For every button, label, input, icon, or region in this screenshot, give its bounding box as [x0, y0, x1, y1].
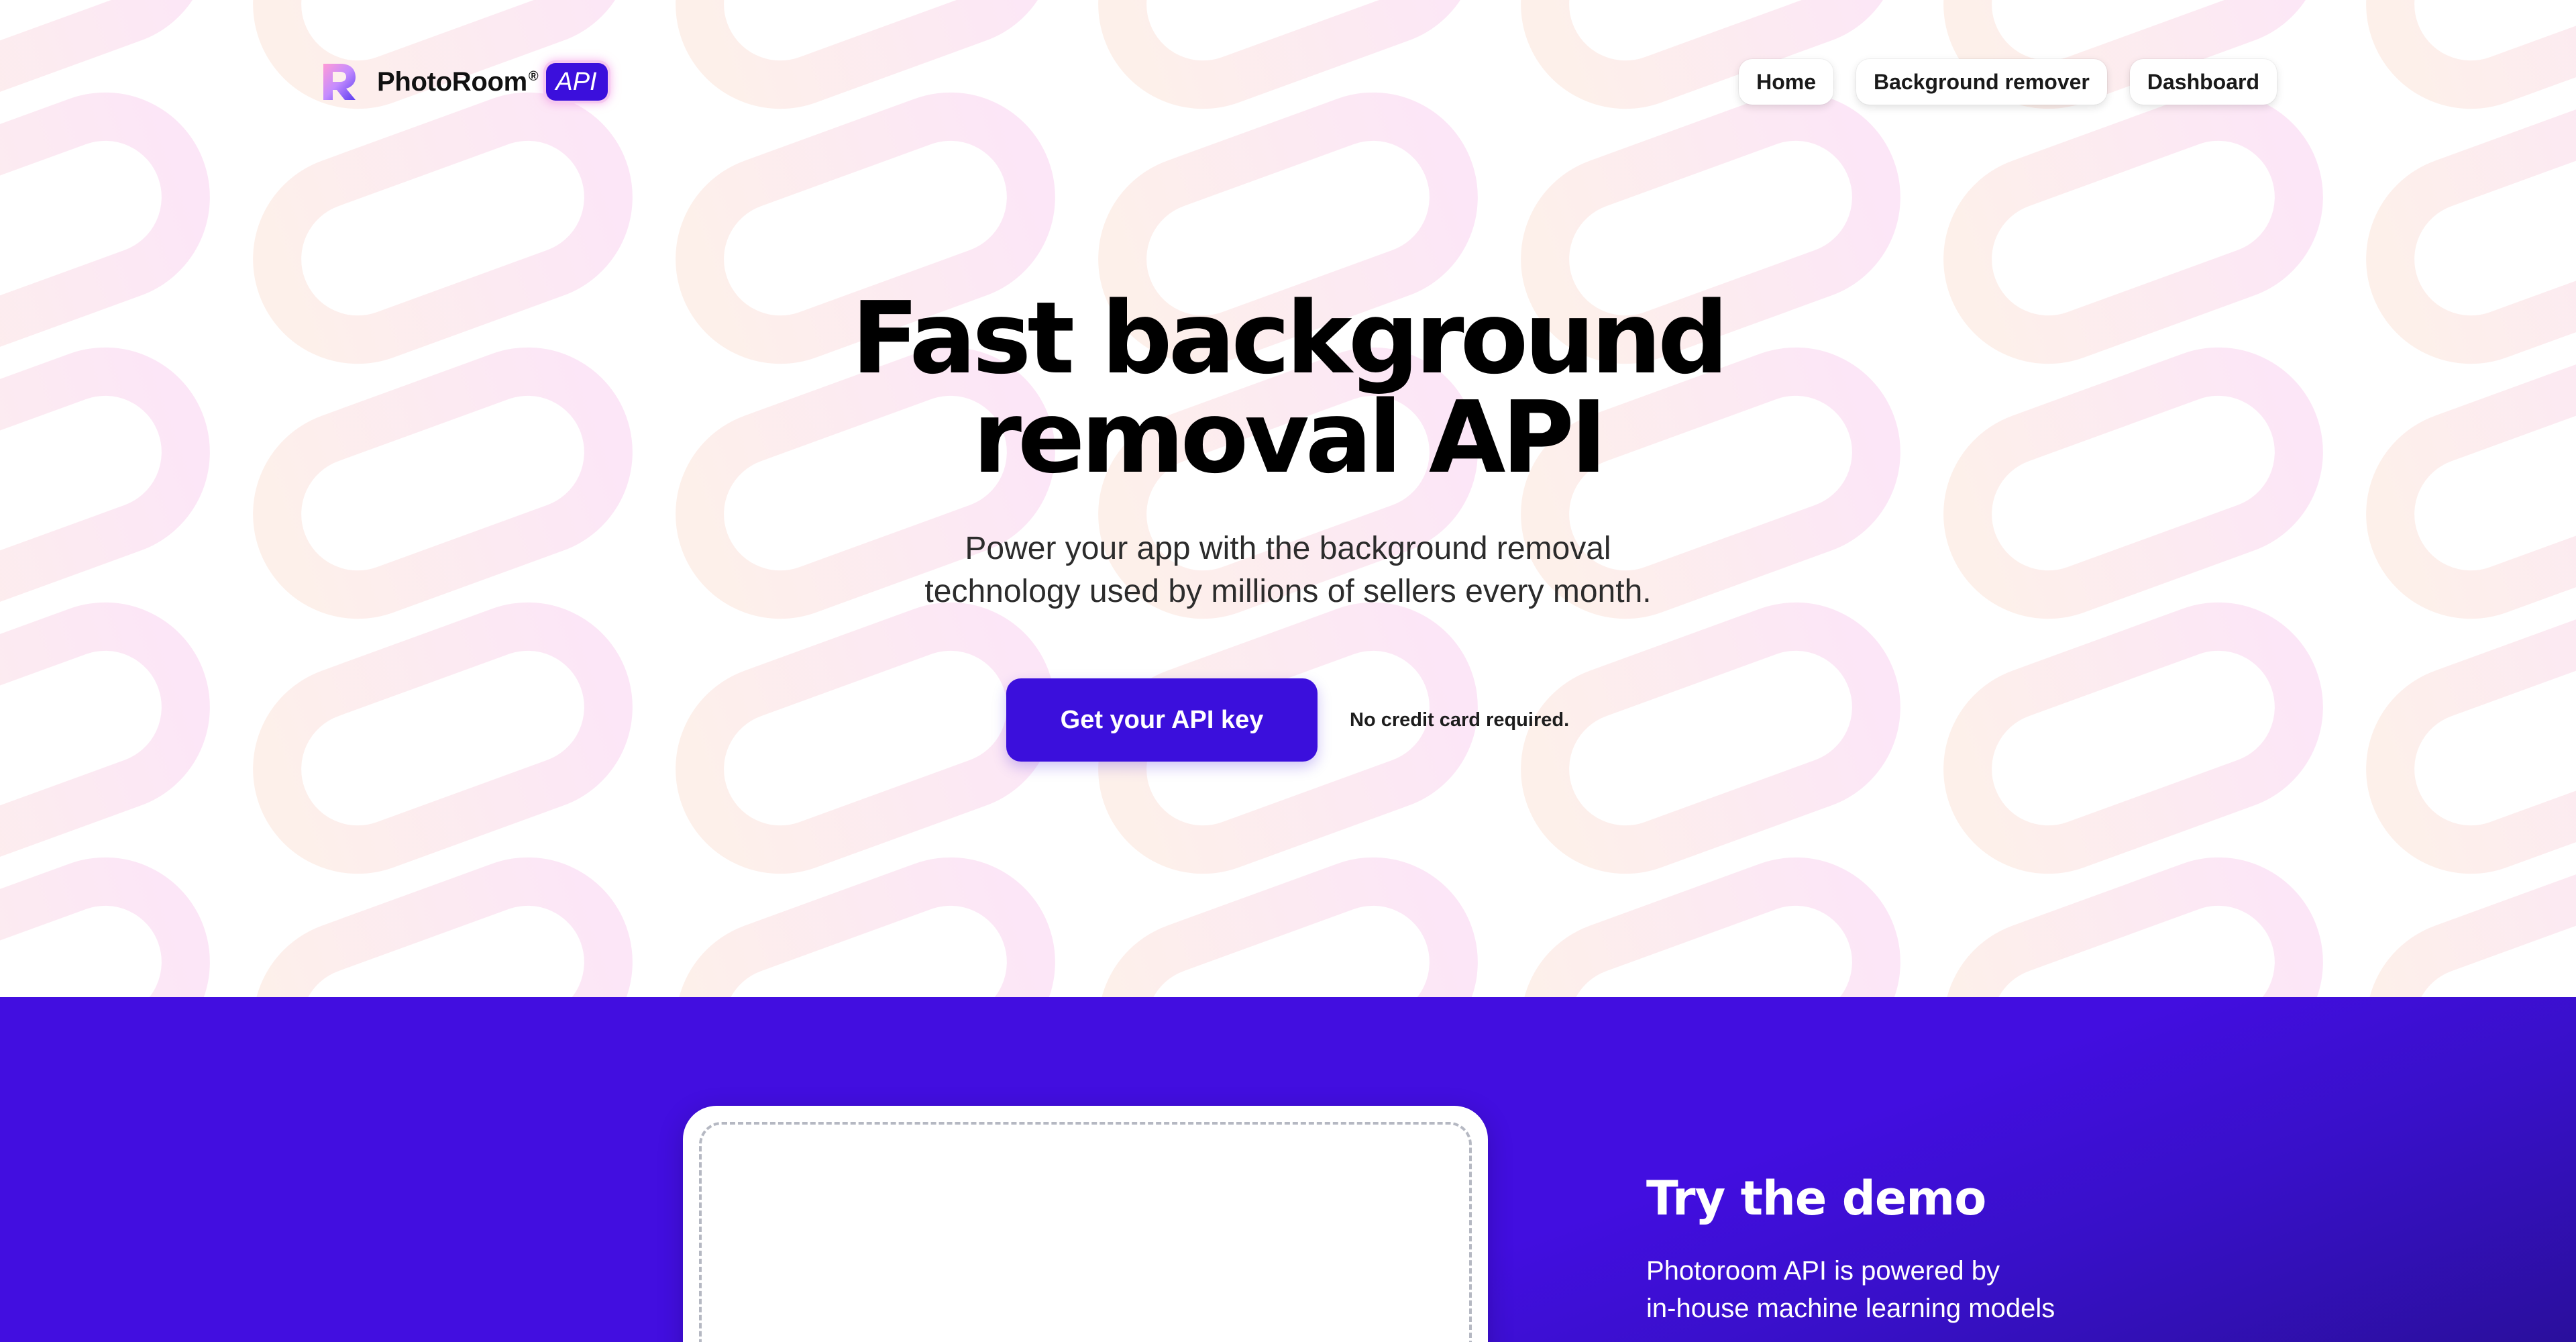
- nav-background-remover-button[interactable]: Background remover: [1856, 59, 2107, 105]
- api-badge: API: [546, 63, 608, 101]
- hero-subtitle-line-1: Power your app with the background remov…: [965, 531, 1611, 566]
- background-pill-shape: [254, 859, 631, 997]
- cta-row: Get your API key No credit card required…: [1006, 678, 1569, 762]
- hero-content: Fast background removal API Power your a…: [0, 289, 2576, 613]
- background-pill-shape: [1945, 859, 2321, 997]
- background-pill-shape: [677, 859, 1053, 997]
- main-nav: Home Background remover Dashboard: [1739, 59, 2277, 105]
- background-pill-shape: [2367, 859, 2576, 997]
- hero-section: PhotoRoom ® API Home Background remover D…: [0, 0, 2576, 997]
- get-api-key-button[interactable]: Get your API key: [1006, 678, 1318, 762]
- background-pill-shape: [0, 859, 209, 997]
- background-pill-shape: [254, 604, 631, 872]
- brand-logo[interactable]: PhotoRoom ® API: [318, 59, 608, 105]
- demo-text-block: Try the demo Photoroom API is powered by…: [1646, 1172, 2183, 1327]
- background-pill-shape: [1945, 604, 2321, 872]
- hero-subtitle-line-2: technology used by millions of sellers e…: [924, 574, 1652, 609]
- hero-title: Fast background removal API: [785, 289, 1791, 487]
- photoroom-r-logo-icon: [323, 64, 356, 100]
- image-drop-zone[interactable]: [699, 1122, 1472, 1342]
- background-pill-shape: [1522, 859, 1898, 997]
- hero-title-line-1: Fast background: [851, 280, 1729, 396]
- demo-description-line-1: Photoroom API is powered by: [1646, 1256, 2000, 1286]
- background-pill-shape: [1099, 859, 1476, 997]
- demo-title: Try the demo: [1646, 1171, 1986, 1226]
- registered-mark: ®: [528, 69, 539, 85]
- hero-title-line-2: removal API: [973, 380, 1607, 495]
- demo-upload-card: [683, 1106, 1488, 1342]
- hero-subtitle: Power your app with the background remov…: [885, 527, 1690, 613]
- no-credit-card-note: No credit card required.: [1350, 709, 1570, 731]
- background-pill-shape: [677, 604, 1053, 872]
- brand-name: PhotoRoom ®: [377, 66, 539, 97]
- nav-home-button[interactable]: Home: [1739, 59, 1833, 105]
- background-pill-shape: [1522, 604, 1898, 872]
- demo-description: Photoroom API is powered by in-house mac…: [1646, 1252, 2183, 1327]
- top-navigation-bar: PhotoRoom ® API Home Background remover D…: [0, 0, 2576, 161]
- background-pill-shape: [2367, 604, 2576, 872]
- demo-description-line-2: in-house machine learning models: [1646, 1294, 2055, 1323]
- demo-section: Try the demo Photoroom API is powered by…: [0, 997, 2576, 1342]
- background-pill-shape: [0, 604, 209, 872]
- nav-dashboard-button[interactable]: Dashboard: [2129, 59, 2277, 105]
